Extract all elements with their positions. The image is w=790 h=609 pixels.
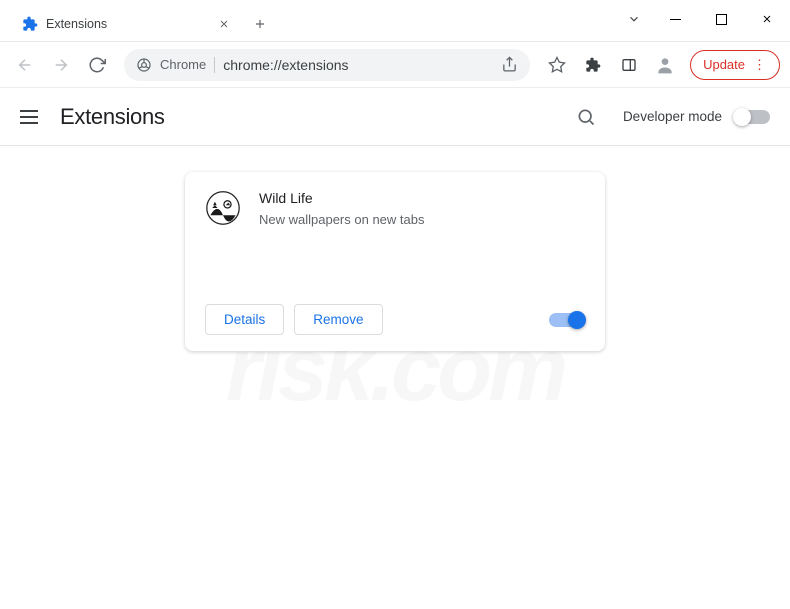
extension-card: Wild Life New wallpapers on new tabs Det… [185,172,605,351]
puzzle-icon [22,16,38,32]
chrome-origin-icon [136,57,152,73]
menu-dots-icon: ⋮ [753,57,767,73]
minimize-button[interactable] [652,0,698,38]
details-button[interactable]: Details [205,304,284,335]
back-button[interactable] [10,50,40,80]
developer-mode-label: Developer mode [623,109,722,124]
close-window-button[interactable] [744,0,790,38]
extension-name: Wild Life [259,190,424,206]
url-text: chrome://extensions [223,57,493,73]
new-tab-button[interactable] [246,10,274,38]
tab-title: Extensions [46,17,210,31]
search-icon[interactable] [571,102,601,132]
update-button[interactable]: Update ⋮ [690,50,780,80]
maximize-button[interactable] [698,0,744,38]
developer-mode: Developer mode [623,109,770,124]
extension-description: New wallpapers on new tabs [259,212,424,227]
window-titlebar: Extensions [0,0,790,42]
bookmark-icon[interactable] [542,50,572,80]
page-content: Wild Life New wallpapers on new tabs Det… [0,146,790,377]
developer-mode-toggle[interactable] [734,110,770,124]
address-bar[interactable]: Chrome chrome://extensions [124,49,530,81]
remove-button[interactable]: Remove [294,304,382,335]
tab-search-icon[interactable] [616,0,652,38]
forward-button[interactable] [46,50,76,80]
side-panel-icon[interactable] [614,50,644,80]
origin-label: Chrome [160,57,206,72]
page-title: Extensions [60,104,165,130]
close-tab-icon[interactable] [218,18,230,30]
extension-icon [205,190,241,226]
divider [214,57,215,73]
browser-toolbar: Chrome chrome://extensions Update ⋮ [0,42,790,88]
page-header: Extensions Developer mode [0,88,790,146]
share-icon[interactable] [501,56,518,73]
menu-icon[interactable] [20,110,38,124]
profile-icon[interactable] [650,50,680,80]
extensions-icon[interactable] [578,50,608,80]
update-label: Update [703,57,745,72]
window-controls [616,0,790,38]
reload-button[interactable] [82,50,112,80]
browser-tab[interactable]: Extensions [10,7,240,41]
extension-enable-toggle[interactable] [549,313,585,327]
